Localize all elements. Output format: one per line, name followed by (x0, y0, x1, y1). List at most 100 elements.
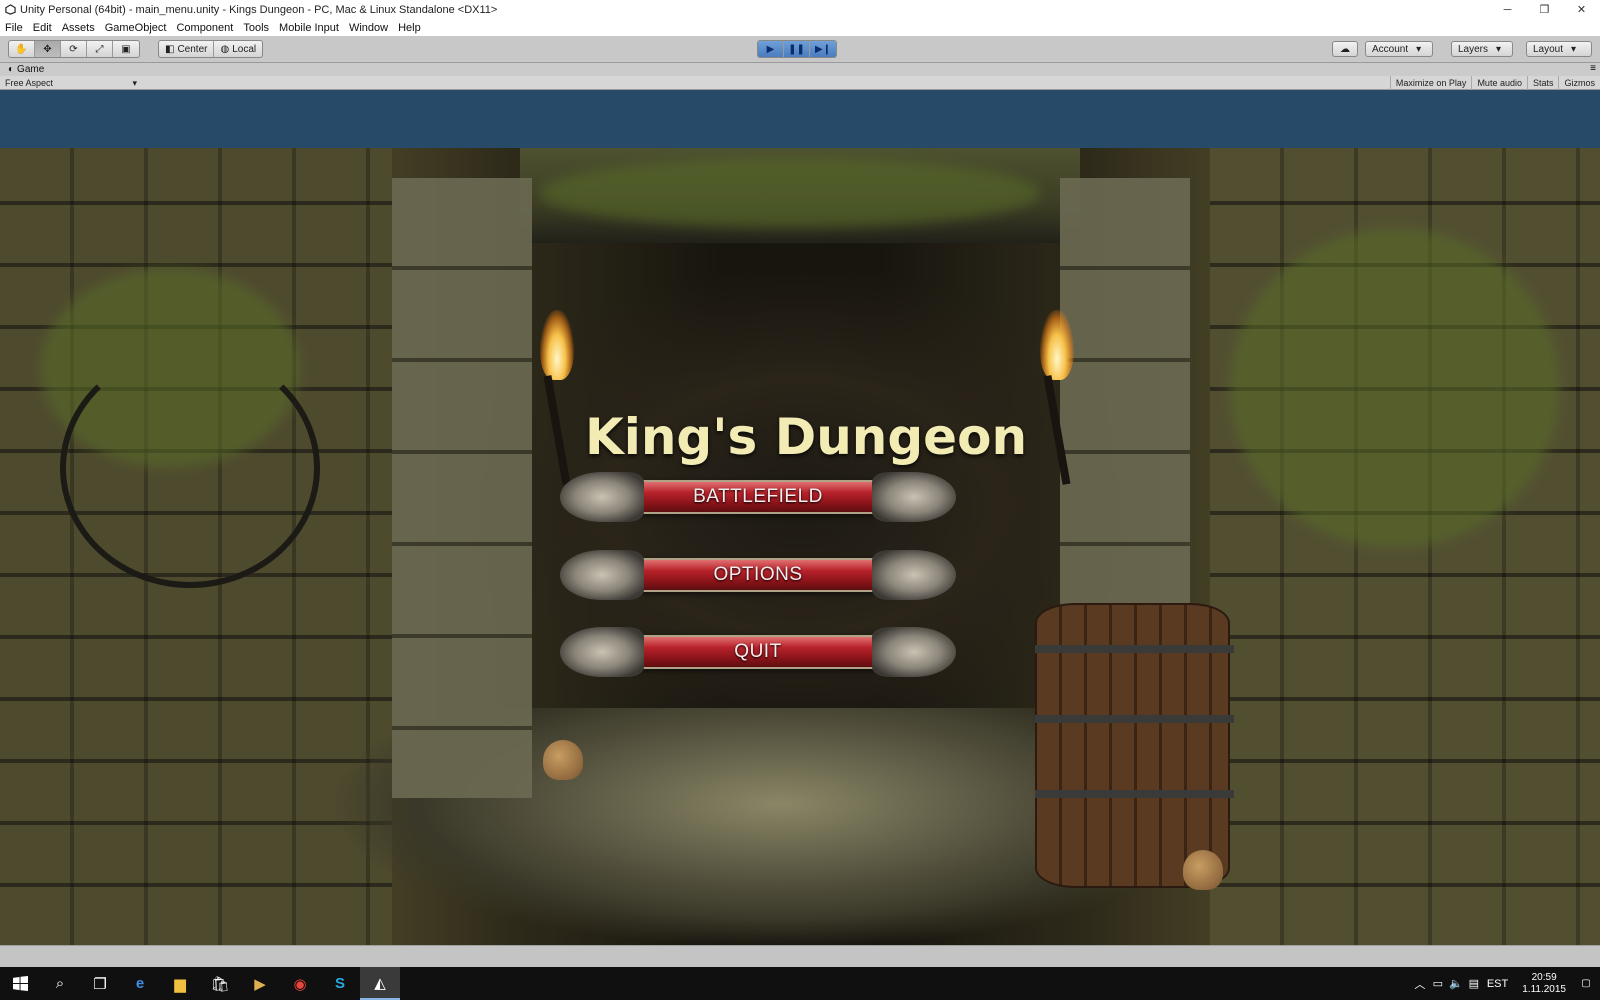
hanging-chain (60, 348, 320, 588)
rotate-tool-button[interactable]: ⟳ (61, 41, 87, 57)
pause-icon: ❚❚ (788, 43, 805, 55)
pivot-label: Center (177, 43, 208, 55)
tab-menu-icon[interactable]: ≡ (1590, 63, 1596, 74)
close-button[interactable]: ✕ (1563, 0, 1600, 19)
layout-dropdown[interactable]: Layout ▾ (1526, 41, 1592, 57)
minimize-button[interactable]: ─ (1489, 0, 1526, 19)
scale-icon: ⤢ (95, 43, 104, 55)
chrome-icon: ◉ (293, 975, 307, 993)
left-pillar (392, 178, 532, 798)
rotate-icon: ⟳ (69, 43, 78, 55)
hand-tool-button[interactable]: ✋ (9, 41, 35, 57)
messages-icon[interactable]: ▤ (1465, 977, 1483, 990)
network-icon[interactable]: ▭ (1429, 977, 1447, 990)
scale-tool-button[interactable]: ⤢ (87, 41, 113, 57)
local-icon: ◍ (220, 43, 230, 55)
dungeon-scene (0, 148, 1600, 945)
skype-taskbar-item[interactable]: S (320, 967, 360, 1000)
chrome-taskbar-item[interactable]: ◉ (280, 967, 320, 1000)
step-button[interactable]: ▶❙ (810, 41, 836, 57)
move-icon: ✥ (43, 43, 52, 55)
menu-window[interactable]: Window (349, 22, 388, 34)
task-view-button[interactable]: ❐ (80, 967, 120, 1000)
menu-tools[interactable]: Tools (243, 22, 269, 34)
menu-help[interactable]: Help (398, 22, 421, 34)
cloud-button[interactable]: ☁ (1332, 41, 1358, 57)
menu-component[interactable]: Component (176, 22, 233, 34)
maximize-button[interactable]: ❐ (1526, 0, 1563, 19)
moss (1230, 228, 1560, 548)
quit-button[interactable]: QUIT (560, 625, 956, 679)
explorer-taskbar-item[interactable]: ▆ (160, 967, 200, 1000)
move-tool-button[interactable]: ✥ (35, 41, 61, 57)
folder-icon: ▆ (174, 975, 186, 993)
edge-taskbar-item[interactable]: e (120, 967, 160, 1000)
rect-tool-button[interactable]: ▣ (113, 41, 139, 57)
editor-status-bar (0, 945, 1600, 967)
system-tray: ︿ ▭ 🔈 ▤ EST 20:59 1.11.2015 ▢ (1411, 967, 1600, 1000)
start-button[interactable] (0, 967, 40, 1000)
options-label: OPTIONS (713, 564, 803, 585)
game-icon: ◐ (8, 64, 15, 75)
pivot-local-toggle[interactable]: ◍ Local (214, 41, 262, 57)
tab-game[interactable]: ◐ Game (0, 64, 44, 75)
game-view-toolbar: Free Aspect ▾ Maximize on Play Mute audi… (0, 76, 1600, 90)
menu-bar: File Edit Assets GameObject Component To… (0, 19, 1600, 36)
notifications-icon: ▢ (1581, 978, 1591, 989)
chevron-up-icon[interactable]: ︿ (1411, 976, 1429, 992)
stats-toggle[interactable]: Stats (1526, 76, 1559, 90)
menu-assets[interactable]: Assets (62, 22, 95, 34)
language-indicator[interactable]: EST (1487, 978, 1508, 990)
moss (540, 158, 1040, 228)
window-title: Unity Personal (64bit) - main_menu.unity… (20, 3, 498, 16)
account-label: Account (1372, 43, 1409, 55)
play-button[interactable]: ▶ (758, 41, 784, 57)
gizmos-dropdown[interactable]: Gizmos (1558, 76, 1600, 90)
volume-icon[interactable]: 🔈 (1447, 977, 1465, 990)
barrel (1035, 603, 1234, 888)
layers-dropdown[interactable]: Layers ▾ (1451, 41, 1513, 57)
rect-icon: ▣ (121, 43, 131, 55)
clock-date: 1.11.2015 (1522, 983, 1566, 995)
pivot-center-toggle[interactable]: ◧ Center (159, 41, 215, 57)
pause-button[interactable]: ❚❚ (784, 41, 810, 57)
aspect-label: Free Aspect (5, 78, 54, 88)
transform-tools: ✋ ✥ ⟳ ⤢ ▣ (8, 40, 140, 58)
action-center-button[interactable]: ▢ (1572, 967, 1600, 1000)
play-icon: ▶ (766, 43, 775, 55)
pivot-toggles: ◧ Center ◍ Local (158, 40, 264, 58)
tab-game-label: Game (17, 64, 45, 75)
unity-icon: ◭ (374, 974, 386, 992)
windows-icon (12, 976, 28, 991)
battlefield-label: BATTLEFIELD (693, 486, 823, 507)
game-viewport[interactable]: King's Dungeon BATTLEFIELD OPTIONS QUIT (0, 90, 1600, 945)
menu-edit[interactable]: Edit (33, 22, 52, 34)
battlefield-button[interactable]: BATTLEFIELD (560, 470, 956, 524)
layout-label: Layout (1533, 43, 1564, 55)
windows-taskbar: ⌕ ❐ e ▆ 🛍 ▶ ◉ S ◭ ︿ ▭ 🔈 ▤ EST 20:59 1.11… (0, 967, 1600, 1000)
store-taskbar-item[interactable]: 🛍 (200, 967, 240, 1000)
edge-icon: e (135, 975, 145, 992)
search-button[interactable]: ⌕ (40, 967, 80, 1000)
pivot-icon: ◧ (165, 43, 175, 55)
menu-gameobject[interactable]: GameObject (105, 22, 167, 34)
menu-file[interactable]: File (5, 22, 23, 34)
clock-time: 20:59 (1531, 971, 1557, 983)
clock[interactable]: 20:59 1.11.2015 (1522, 972, 1566, 996)
layers-label: Layers (1458, 43, 1489, 55)
media-taskbar-item[interactable]: ▶ (240, 967, 280, 1000)
mute-audio-toggle[interactable]: Mute audio (1471, 76, 1527, 90)
menu-mobile-input[interactable]: Mobile Input (279, 22, 339, 34)
window-titlebar: Unity Personal (64bit) - main_menu.unity… (0, 0, 1600, 19)
skull (543, 740, 583, 780)
skype-icon: S (334, 975, 345, 992)
unity-taskbar-item[interactable]: ◭ (360, 967, 400, 1000)
unity-logo-icon (4, 4, 16, 16)
chevron-down-icon: ▾ (1416, 43, 1422, 55)
maximize-on-play-toggle[interactable]: Maximize on Play (1389, 76, 1472, 90)
game-view-options: Maximize on Play Mute audio Stats Gizmos (1389, 76, 1600, 90)
account-dropdown[interactable]: Account ▾ (1365, 41, 1433, 57)
store-icon: 🛍 (210, 975, 230, 993)
options-button[interactable]: OPTIONS (560, 548, 956, 602)
aspect-dropdown[interactable]: Free Aspect ▾ (5, 77, 137, 89)
